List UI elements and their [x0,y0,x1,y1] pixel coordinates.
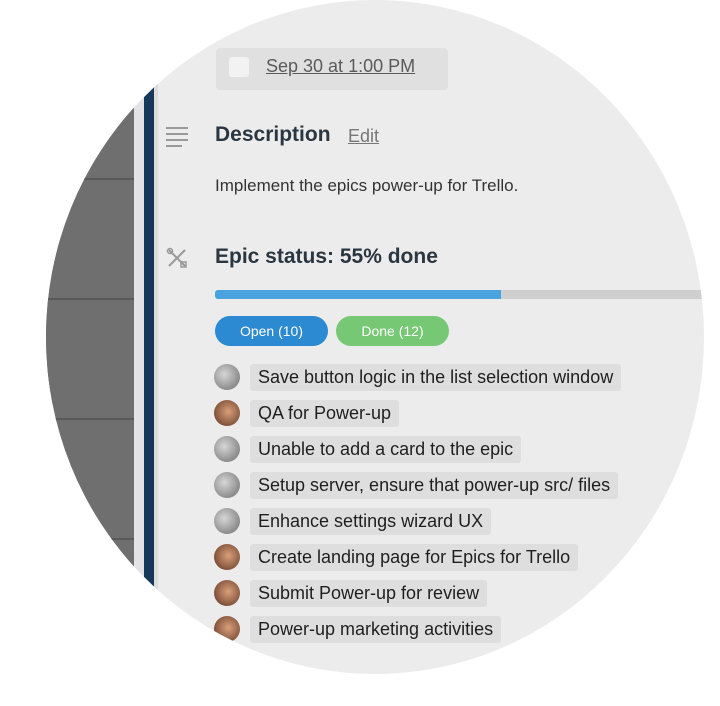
epic-status-heading: Epic status: 55% done [215,245,438,268]
epic-card-label[interactable]: Power-up marketing activities [250,615,502,643]
member-avatar [214,580,240,606]
description-text: Implement the epics power-up for Trello. [215,176,519,195]
panel-gap [134,0,144,674]
epic-card-label[interactable]: Submit Power-up for review [250,579,488,607]
board-tile [46,180,134,300]
list-edge-bar [144,0,154,674]
epic-card-label[interactable]: Save button logic in the list selection … [250,363,622,391]
board-background-panel [46,0,134,674]
board-tile [46,540,134,660]
epic-card-item[interactable]: Unable to add a card to the epic [214,435,621,463]
open-filter-button[interactable]: Open (10) [215,316,328,346]
member-avatar [214,616,240,642]
member-avatar [214,544,240,570]
epic-card-label[interactable]: Unable to add a card to the epic [250,435,522,463]
member-avatar [214,436,240,462]
epic-tools-icon [166,247,188,269]
member-avatar [214,472,240,498]
epic-card-item[interactable]: QA for Power-up [214,399,621,427]
panel-divider [154,0,158,674]
epic-card-label[interactable]: QA for Power-up [250,399,400,427]
member-avatar [214,364,240,390]
epic-card-item[interactable]: Power-up marketing activities [214,615,621,643]
board-tile [46,60,134,180]
due-date-link[interactable]: Sep 30 at 1:00 PM [266,56,415,77]
member-avatar [214,400,240,426]
epic-progress-bar [215,290,704,299]
epic-progress-fill [215,290,501,299]
epic-card-label[interactable]: Enhance settings wizard UX [250,507,492,535]
epic-card-item[interactable]: Create landing page for Epics for Trello [214,543,621,571]
epic-card-label[interactable]: Setup server, ensure that power-up src/ … [250,471,619,499]
epic-card-label[interactable]: Create landing page for Epics for Trello [250,543,579,571]
description-lines-icon [166,127,188,147]
epic-card-list: Save button logic in the list selection … [214,363,622,652]
due-date-checkbox[interactable] [229,57,249,77]
member-avatar [214,508,240,534]
board-tile [46,300,134,420]
board-tile [46,420,134,540]
epic-card-item[interactable]: Save button logic in the list selection … [214,363,622,391]
description-edit-link[interactable]: Edit [348,126,379,147]
epic-card-item[interactable]: Setup server, ensure that power-up src/ … [214,471,621,499]
epic-card-item[interactable]: Enhance settings wizard UX [214,507,621,535]
description-heading: Description [215,123,331,146]
done-filter-button[interactable]: Done (12) [336,316,449,346]
epic-card-item[interactable]: Submit Power-up for review [214,579,621,607]
card-detail-view: Sep 30 at 1:00 PM Description Edit Imple… [46,0,704,674]
